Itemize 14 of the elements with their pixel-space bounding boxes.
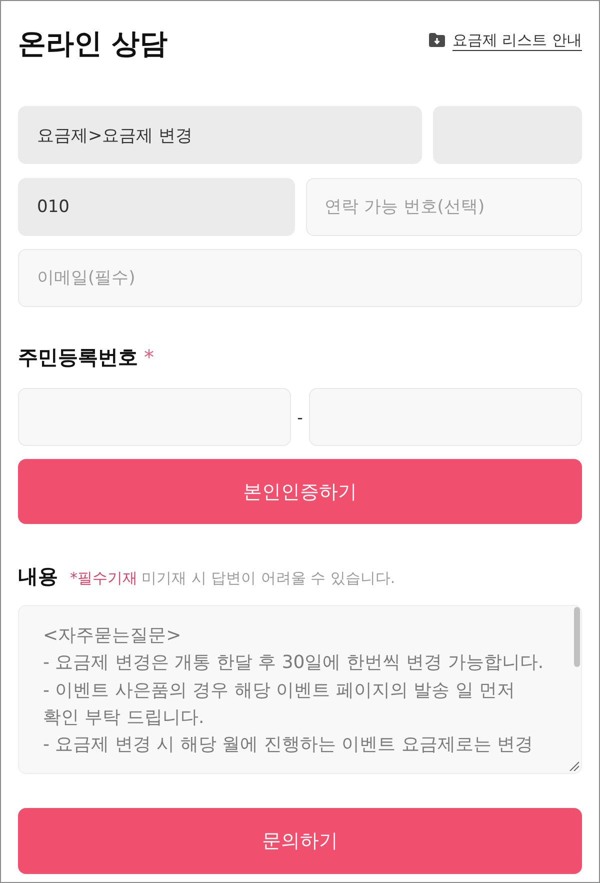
section-label: 주민등록번호 — [18, 345, 138, 369]
separator-text: - — [297, 408, 303, 426]
scrollbar-thumb[interactable] — [574, 607, 580, 667]
input-field[interactable]: 연락 가능 번호(선택) — [306, 178, 582, 236]
hint-text: 미기재 시 답변이 어려울 수 있습니다. — [142, 569, 396, 588]
required-note: *필수기재 — [70, 569, 138, 588]
message-field[interactable]: <자주묻는질문> - 요금제 변경은 개통 한달 후 30일에 한번씩 변경 가능합니다. - 이벤트 사은품의 경우 해당 이벤트 페이지의 발송 일 먼저 확인 부탁 드립니다. - 요금제 변경 시 해당 월에 진행하는 이벤트 요금제로는 변경 — [18, 605, 582, 774]
plan-list-link[interactable]: 요금제 리스트 안내 — [429, 29, 582, 51]
input-field[interactable]: 이메일(필수) — [18, 249, 582, 307]
required-mark: * — [144, 345, 154, 369]
resize-grip-icon[interactable] — [569, 761, 579, 771]
section-label: 내용 — [18, 564, 58, 588]
folder-download-icon — [429, 33, 446, 47]
page-title: 온라인 상담 — [18, 26, 168, 62]
